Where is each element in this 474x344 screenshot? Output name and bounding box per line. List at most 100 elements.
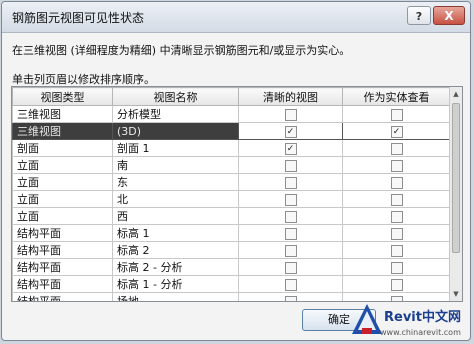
cell-view-name: 标高 2 (112, 241, 239, 259)
cell-view-name: (3D) (112, 122, 239, 140)
cell-view-as-solid (342, 241, 451, 259)
view-as-solid-checkbox[interactable] (390, 278, 403, 291)
clear-view-checkbox[interactable] (284, 261, 297, 274)
view-as-solid-checkbox[interactable] (390, 176, 403, 189)
rebar-visibility-dialog: 钢筋图元视图可见性状态 ? X 在三维视图 (详细程度为精细) 中清晰显示钢筋图… (1, 1, 471, 341)
table-row[interactable]: 立面南 (12, 156, 451, 174)
cell-view-as-solid (342, 139, 451, 157)
clear-view-checkbox[interactable] (284, 295, 297, 301)
cell-view-as-solid (342, 275, 451, 293)
cell-clear-view: ✓ (238, 139, 343, 157)
cell-clear-view (238, 258, 343, 276)
cell-view-type: 立面 (12, 190, 113, 208)
clear-view-checkbox[interactable] (284, 210, 297, 223)
cell-view-type: 三维视图 (12, 122, 113, 140)
view-as-solid-checkbox[interactable] (390, 108, 403, 121)
table-row[interactable]: 结构平面 标高 2 (12, 241, 451, 259)
dialog-title: 钢筋图元视图可见性状态 (12, 11, 145, 25)
table-row[interactable]: 立面东 (12, 173, 451, 191)
clear-view-checkbox[interactable] (284, 227, 297, 240)
cell-view-type: 立面 (12, 173, 113, 191)
clear-view-checkbox[interactable] (284, 176, 297, 189)
table-row[interactable]: 结构平面 标高 1 - 分析 (12, 275, 451, 293)
cell-view-as-solid (342, 190, 451, 208)
cell-view-type: 结构平面 (12, 241, 113, 259)
table-body: 三维视图 分析模型 三维视图 (3D) ✓ ✓ 剖面 剖面 1 ✓ 立面南立面东立面北立面西结构平… (12, 105, 451, 301)
cell-view-as-solid (342, 207, 451, 225)
cell-view-name: 标高 1 - 分析 (112, 275, 239, 293)
cell-view-type: 结构平面 (12, 275, 113, 293)
clear-view-checkbox[interactable]: ✓ (284, 125, 297, 138)
view-as-solid-checkbox[interactable]: ✓ (390, 125, 403, 138)
views-table: 视图类型 视图名称 清晰的视图 作为实体查看 三维视图 分析模型 三维视图 (3D) ✓… (12, 87, 451, 301)
cell-view-type: 立面 (12, 156, 113, 174)
table-row[interactable]: 三维视图 分析模型 (12, 105, 451, 123)
clear-view-checkbox[interactable] (284, 159, 297, 172)
view-as-solid-checkbox[interactable] (390, 142, 403, 155)
cell-clear-view (238, 173, 343, 191)
table-row[interactable]: 结构平面 标高 1 (12, 224, 451, 242)
cell-view-name: 标高 2 - 分析 (112, 258, 239, 276)
cell-view-name: 剖面 1 (112, 139, 239, 157)
cell-view-name: 标高 1 (112, 224, 239, 242)
table-row[interactable]: 结构平面 标高 2 - 分析 (12, 258, 451, 276)
cell-view-as-solid (342, 156, 451, 174)
view-as-solid-checkbox[interactable] (390, 159, 403, 172)
cell-view-type: 剖面 (12, 139, 113, 157)
cell-clear-view (238, 224, 343, 242)
view-as-solid-checkbox[interactable] (390, 227, 403, 240)
table-row[interactable]: 立面北 (12, 190, 451, 208)
watermark-brand: Revit中文网 (384, 310, 461, 325)
cell-view-as-solid (342, 292, 451, 301)
view-as-solid-checkbox[interactable] (390, 193, 403, 206)
cell-view-name: 分析模型 (112, 105, 239, 123)
view-as-solid-checkbox[interactable] (390, 210, 403, 223)
watermark-url: www.chinarevit.com (380, 328, 461, 337)
revit-logo-icon (352, 304, 382, 334)
cell-view-as-solid: ✓ (342, 122, 451, 140)
cell-view-type: 三维视图 (12, 105, 113, 123)
revit-watermark: Revit中文网 www.chinarevit.com (350, 302, 470, 342)
help-button[interactable]: ? (407, 6, 431, 25)
cell-clear-view: ✓ (238, 122, 343, 140)
clear-view-checkbox[interactable] (284, 244, 297, 257)
clear-view-checkbox[interactable] (284, 193, 297, 206)
column-header-view-name[interactable]: 视图名称 (112, 87, 239, 106)
table-row[interactable]: 结构平面 场地 (12, 292, 451, 301)
column-header-view-type[interactable]: 视图类型 (12, 87, 113, 106)
scroll-thumb[interactable] (452, 103, 460, 253)
cell-view-as-solid (342, 258, 451, 276)
clear-view-checkbox[interactable] (284, 108, 297, 121)
cell-clear-view (238, 292, 343, 301)
view-as-solid-checkbox[interactable] (390, 244, 403, 257)
close-button[interactable]: X (433, 6, 465, 25)
vertical-scrollbar[interactable]: ▲ ▼ (449, 87, 462, 301)
table-row[interactable]: 剖面 剖面 1 ✓ (12, 139, 451, 157)
views-grid: 视图类型 视图名称 清晰的视图 作为实体查看 三维视图 分析模型 三维视图 (3D) ✓… (11, 86, 463, 302)
column-header-clear-view[interactable]: 清晰的视图 (238, 87, 343, 106)
table-row[interactable]: 立面西 (12, 207, 451, 225)
cell-view-type: 立面 (12, 207, 113, 225)
sort-hint-text: 单击列页眉以修改排序顺序。 (12, 73, 155, 86)
cell-view-type: 结构平面 (12, 224, 113, 242)
cell-view-name: 北 (112, 190, 239, 208)
header-row: 视图类型 视图名称 清晰的视图 作为实体查看 (12, 87, 451, 106)
cell-view-type: 结构平面 (12, 258, 113, 276)
table-row[interactable]: 三维视图 (3D) ✓ ✓ (12, 122, 451, 140)
cell-view-as-solid (342, 105, 451, 123)
cell-clear-view (238, 241, 343, 259)
cell-view-as-solid (342, 173, 451, 191)
cell-view-as-solid (342, 224, 451, 242)
description-text: 在三维视图 (详细程度为精细) 中清晰显示钢筋图元和/或显示为实心。 (12, 44, 351, 57)
clear-view-checkbox[interactable]: ✓ (284, 142, 297, 155)
view-as-solid-checkbox[interactable] (390, 261, 403, 274)
cell-clear-view (238, 275, 343, 293)
clear-view-checkbox[interactable] (284, 278, 297, 291)
scroll-down-icon[interactable]: ▼ (451, 288, 461, 300)
scroll-up-icon[interactable]: ▲ (451, 88, 461, 100)
title-bar[interactable]: 钢筋图元视图可见性状态 ? X (2, 2, 470, 33)
cell-view-name: 东 (112, 173, 239, 191)
cell-clear-view (238, 105, 343, 123)
column-header-view-as-solid[interactable]: 作为实体查看 (342, 87, 451, 106)
cell-clear-view (238, 156, 343, 174)
